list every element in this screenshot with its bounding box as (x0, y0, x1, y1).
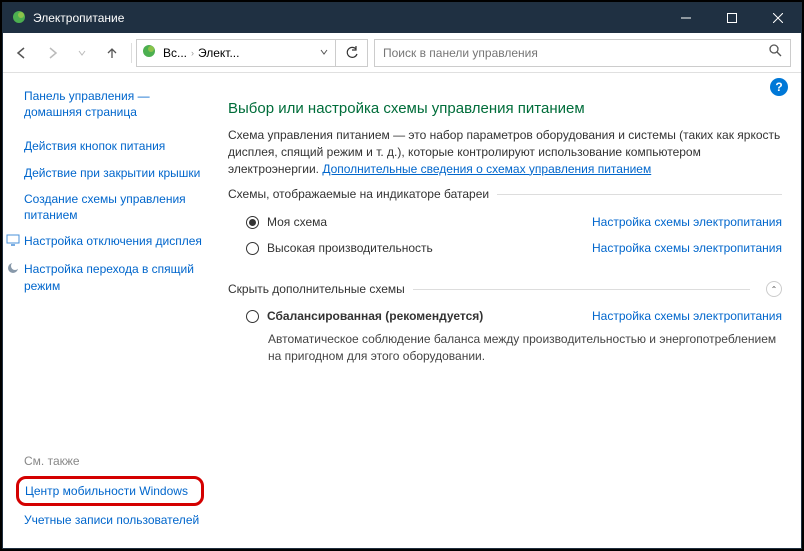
chevron-up-icon[interactable]: ⌃ (766, 281, 782, 297)
search-icon[interactable] (760, 43, 790, 62)
configure-link-highperf[interactable]: Настройка схемы электропитания (592, 241, 782, 255)
minimize-button[interactable] (663, 3, 709, 33)
configure-link-my[interactable]: Настройка схемы электропитания (592, 215, 782, 229)
sidebar: Панель управления — домашняя страница Де… (4, 74, 210, 548)
app-icon (11, 9, 27, 28)
close-button[interactable] (755, 3, 801, 33)
radio-highperf[interactable] (246, 242, 259, 255)
up-button[interactable] (97, 38, 127, 68)
breadcrumb-seg-2[interactable]: Элект... (196, 46, 241, 60)
title-bar: Электропитание (3, 3, 801, 33)
group-hide-more[interactable]: Скрыть дополнительные схемы ⌃ (228, 281, 782, 297)
see-also-heading: См. также (24, 454, 202, 468)
breadcrumb-seg-1[interactable]: Вс... (161, 46, 189, 60)
chevron-down-icon[interactable] (313, 46, 335, 60)
maximize-button[interactable] (709, 3, 755, 33)
page-heading: Выбор или настройка схемы управления пит… (228, 100, 782, 117)
plan-name-highperf[interactable]: Высокая производительность (267, 241, 592, 255)
group-battery-indicator: Схемы, отображаемые на индикаторе батаре… (228, 187, 782, 201)
radio-balanced[interactable] (246, 310, 259, 323)
back-button[interactable] (7, 38, 37, 68)
balanced-description: Автоматическое соблюдение баланса между … (228, 331, 782, 365)
chevron-right-icon[interactable]: › (189, 48, 196, 58)
configure-link-balanced[interactable]: Настройка схемы электропитания (592, 309, 782, 323)
search-box[interactable] (374, 39, 791, 67)
sidebar-link-buttons[interactable]: Действия кнопок питания (24, 138, 202, 154)
moon-icon (6, 261, 22, 293)
forward-button[interactable] (37, 38, 67, 68)
sidebar-link-home[interactable]: Панель управления — домашняя страница (24, 88, 202, 120)
window-title: Электропитание (33, 11, 663, 25)
sidebar-link-createplan[interactable]: Создание схемы управления питанием (24, 191, 202, 223)
sidebar-link-display[interactable]: Настройка отключения дисплея (24, 233, 202, 251)
monitor-icon (6, 233, 22, 251)
highlight-annotation: Центр мобильности Windows (16, 476, 204, 506)
sidebar-link-mobility[interactable]: Центр мобильности Windows (25, 483, 195, 499)
address-bar[interactable]: Вс... › Элект... (136, 39, 336, 67)
content-area: ? Выбор или настройка схемы управления п… (210, 74, 800, 548)
location-icon (141, 43, 157, 62)
sidebar-link-lid[interactable]: Действие при закрытии крышки (24, 165, 202, 181)
learn-more-link[interactable]: Дополнительные сведения о схемах управле… (322, 162, 651, 176)
radio-my-plan[interactable] (246, 216, 259, 229)
recent-dropdown[interactable] (67, 38, 97, 68)
sidebar-link-sleep[interactable]: Настройка перехода в спящий режим (24, 261, 202, 293)
sidebar-link-accounts[interactable]: Учетные записи пользователей (24, 512, 202, 528)
plan-name-my[interactable]: Моя схема (267, 215, 592, 229)
nav-toolbar: Вс... › Элект... (3, 33, 801, 73)
search-input[interactable] (375, 40, 760, 66)
page-description: Схема управления питанием — это набор па… (228, 127, 782, 177)
plan-row-my: Моя схема Настройка схемы электропитания (228, 209, 782, 235)
refresh-button[interactable] (336, 39, 368, 67)
app-window: Электропитание Вс... › Элект... Панель у… (2, 2, 802, 549)
plan-row-highperf: Высокая производительность Настройка схе… (228, 235, 782, 261)
plan-row-balanced: Сбалансированная (рекомендуется) Настрой… (228, 303, 782, 329)
help-icon[interactable]: ? (770, 78, 788, 96)
plan-name-balanced[interactable]: Сбалансированная (рекомендуется) (267, 309, 592, 323)
